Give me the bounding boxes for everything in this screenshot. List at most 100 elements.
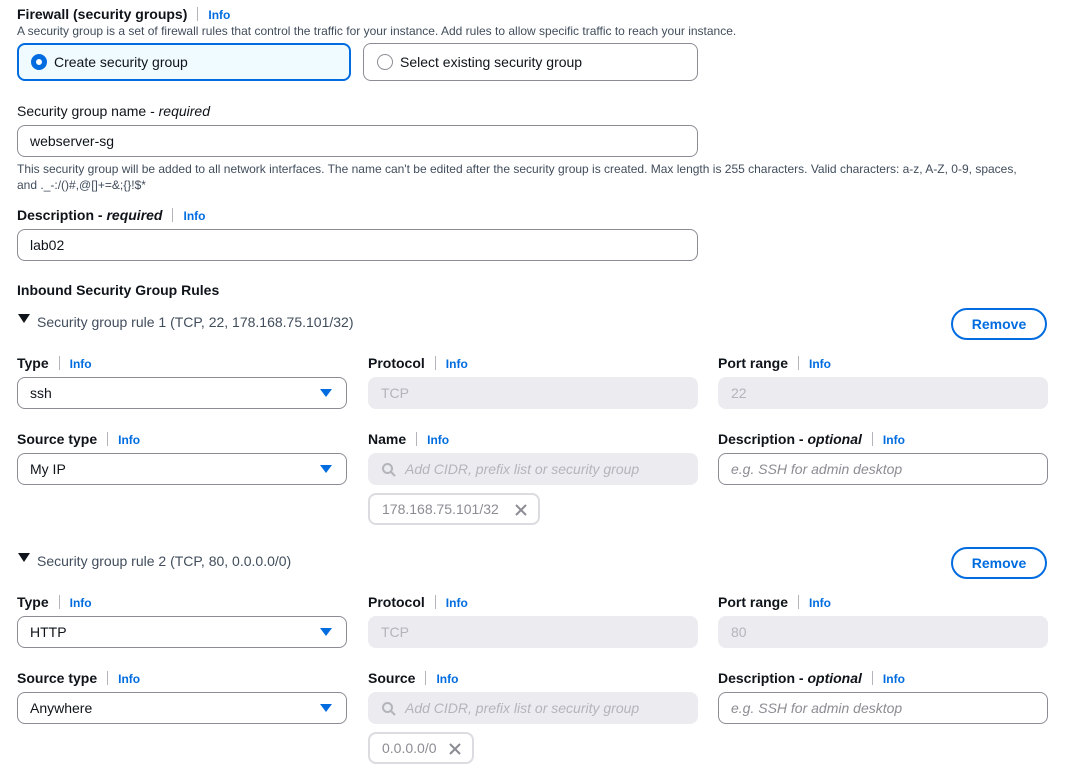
- rule-2-protocol-label: Protocol Info: [368, 594, 468, 610]
- rule-2-port-field: 80: [718, 616, 1048, 648]
- sg-name-hint: This security group will be added to all…: [17, 161, 1057, 193]
- security-group-name-input[interactable]: webserver-sg: [17, 125, 698, 157]
- name-label-text: Name: [368, 431, 407, 447]
- rule-1-cidr-token: 178.168.75.101/32: [368, 493, 540, 525]
- protocol-info-link[interactable]: Info: [446, 596, 468, 610]
- description-info-link[interactable]: Info: [183, 209, 205, 223]
- port-label-text: Port range: [718, 355, 789, 371]
- radio-unselected-icon[interactable]: [377, 54, 393, 70]
- port-info-link[interactable]: Info: [809, 596, 831, 610]
- create-security-group-option[interactable]: Create security group: [17, 43, 351, 81]
- desc-info-link[interactable]: Info: [883, 672, 905, 686]
- rule-2-description-input[interactable]: e.g. SSH for admin desktop: [718, 692, 1048, 724]
- rule-2-cidr-token: 0.0.0.0/0: [368, 732, 474, 764]
- type-value: ssh: [30, 385, 52, 401]
- dropdown-caret-icon: [320, 704, 332, 712]
- type-label-text: Type: [17, 355, 49, 371]
- rule-1-cidr-search-input: Add CIDR, prefix list or security group: [368, 453, 698, 485]
- caret-down-icon: [18, 314, 30, 323]
- source-type-value: My IP: [30, 461, 66, 477]
- desc-info-link[interactable]: Info: [883, 433, 905, 447]
- desc-optional: optional: [807, 670, 862, 686]
- dropdown-caret-icon: [320, 628, 332, 636]
- search-icon: [382, 702, 396, 716]
- rule-2-source-type-label: Source type Info: [17, 670, 140, 686]
- rule-2-type-select[interactable]: HTTP: [17, 616, 347, 648]
- rule-1-source-type-select[interactable]: My IP: [17, 453, 347, 485]
- sg-name-label-text: Security group name -: [17, 103, 159, 119]
- desc-placeholder: e.g. SSH for admin desktop: [731, 700, 903, 716]
- rule-2-port-label: Port range Info: [718, 594, 831, 610]
- protocol-info-link[interactable]: Info: [446, 357, 468, 371]
- close-icon[interactable]: [514, 503, 528, 517]
- source-info-link[interactable]: Info: [436, 672, 458, 686]
- source-type-label-text: Source type: [17, 670, 98, 686]
- rule-2-protocol-field: TCP: [368, 616, 698, 648]
- port-label-text: Port range: [718, 594, 789, 610]
- rule-1-heading: Security group rule 1 (TCP, 22, 178.168.…: [37, 314, 354, 330]
- source-type-label-text: Source type: [17, 431, 98, 447]
- source-type-info-link[interactable]: Info: [118, 672, 140, 686]
- rule-2-heading: Security group rule 2 (TCP, 80, 0.0.0.0/…: [37, 553, 292, 569]
- sg-name-label: Security group name - required: [17, 103, 210, 119]
- rule-1-name-label: Name Info: [368, 431, 449, 447]
- rule-1-toggle[interactable]: Security group rule 1 (TCP, 22, 178.168.…: [17, 312, 517, 332]
- caret-down-icon: [18, 553, 30, 562]
- desc-label-text: Description -: [718, 431, 808, 447]
- source-type-value: Anywhere: [30, 700, 93, 716]
- dropdown-caret-icon: [320, 465, 332, 473]
- description-required: required: [106, 207, 163, 223]
- rule-1-description-input[interactable]: e.g. SSH for admin desktop: [718, 453, 1048, 485]
- firewall-title: Firewall (security groups): [17, 6, 188, 22]
- rule-2-cidr-search-input: Add CIDR, prefix list or security group: [368, 692, 698, 724]
- rule-1-desc-label: Description - optional Info: [718, 431, 905, 447]
- radio-selected-icon[interactable]: [31, 54, 47, 70]
- description-label: Description - required Info: [17, 207, 205, 223]
- rule-1-protocol-field: TCP: [368, 377, 698, 409]
- search-icon: [382, 463, 396, 477]
- type-info-link[interactable]: Info: [70, 596, 92, 610]
- token-label: 0.0.0.0/0: [382, 740, 437, 756]
- sg-name-hint-line2: and ._-:/()#,@[]+=&;{}!$*: [17, 178, 146, 192]
- desc-label-text: Description -: [718, 670, 808, 686]
- inbound-rules-title: Inbound Security Group Rules: [17, 282, 220, 298]
- rule-2-source-type-select[interactable]: Anywhere: [17, 692, 347, 724]
- rule-2-desc-label: Description - optional Info: [718, 670, 905, 686]
- sg-name-required: required: [158, 103, 210, 119]
- desc-placeholder: e.g. SSH for admin desktop: [731, 461, 903, 477]
- close-icon[interactable]: [448, 742, 462, 756]
- rule-1-source-type-label: Source type Info: [17, 431, 140, 447]
- rule-1-remove-button[interactable]: Remove: [951, 308, 1047, 340]
- rule-2-type-label: Type Info: [17, 594, 92, 610]
- desc-optional: optional: [807, 431, 862, 447]
- protocol-label-text: Protocol: [368, 594, 425, 610]
- rule-1-protocol-label: Protocol Info: [368, 355, 468, 371]
- cidr-placeholder: Add CIDR, prefix list or security group: [405, 700, 640, 716]
- dropdown-caret-icon: [320, 389, 332, 397]
- port-info-link[interactable]: Info: [809, 357, 831, 371]
- firewall-info-link[interactable]: Info: [208, 8, 230, 22]
- name-info-link[interactable]: Info: [427, 433, 449, 447]
- token-label: 178.168.75.101/32: [382, 501, 499, 517]
- rule-1-type-label: Type Info: [17, 355, 92, 371]
- protocol-label-text: Protocol: [368, 355, 425, 371]
- rule-1-type-select[interactable]: ssh: [17, 377, 347, 409]
- firewall-heading: Firewall (security groups) Info: [17, 6, 230, 22]
- rule-1-port-label: Port range Info: [718, 355, 831, 371]
- source-label-text: Source: [368, 670, 416, 686]
- create-security-group-label: Create security group: [54, 54, 188, 70]
- select-existing-security-group-option[interactable]: Select existing security group: [363, 43, 698, 81]
- type-label-text: Type: [17, 594, 49, 610]
- source-type-info-link[interactable]: Info: [118, 433, 140, 447]
- type-value: HTTP: [30, 624, 67, 640]
- rule-2-remove-button[interactable]: Remove: [951, 547, 1047, 579]
- cidr-placeholder: Add CIDR, prefix list or security group: [405, 461, 640, 477]
- description-input[interactable]: lab02: [17, 229, 698, 261]
- select-existing-security-group-label: Select existing security group: [400, 54, 583, 70]
- rule-1-port-field: 22: [718, 377, 1048, 409]
- firewall-description: A security group is a set of firewall ru…: [17, 24, 737, 38]
- rule-2-toggle[interactable]: Security group rule 2 (TCP, 80, 0.0.0.0/…: [17, 551, 517, 571]
- rule-2-source-label: Source Info: [368, 670, 458, 686]
- description-label-text: Description -: [17, 207, 107, 223]
- type-info-link[interactable]: Info: [70, 357, 92, 371]
